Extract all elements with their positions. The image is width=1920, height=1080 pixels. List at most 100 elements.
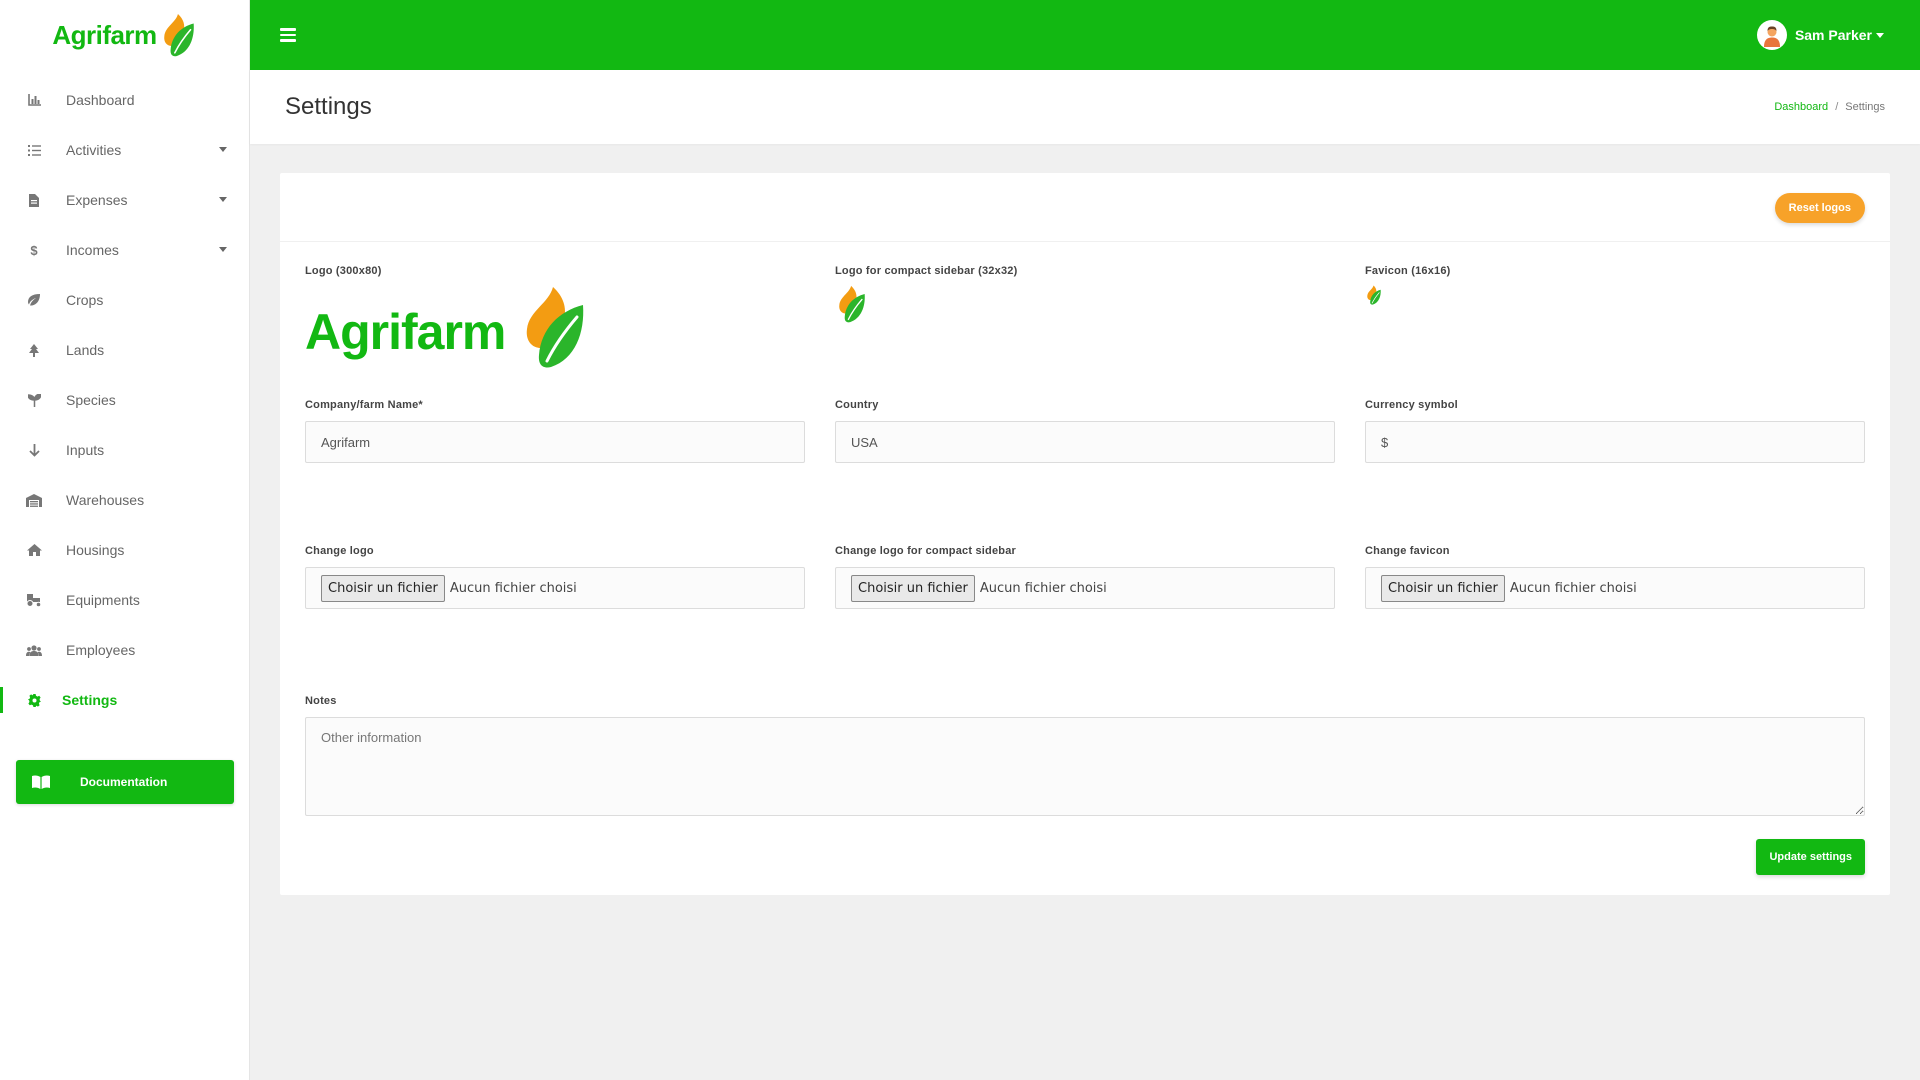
sidebar-item-lands[interactable]: Lands	[0, 325, 249, 375]
country-group: Country	[835, 399, 1335, 463]
arrow-down-icon	[26, 442, 42, 458]
sidebar: Agrifarm Dashboard Activities Expenses $	[0, 0, 250, 1080]
favicon-leaf-icon	[1365, 285, 1383, 305]
file-status: Aucun fichier choisi	[979, 580, 1107, 596]
compact-logo-label: Logo for compact sidebar (32x32)	[835, 265, 1018, 277]
notes-group: Notes	[305, 695, 1865, 821]
documentation-button[interactable]: Documentation	[16, 760, 234, 804]
sidebar-item-expenses[interactable]: Expenses	[0, 175, 249, 225]
sidebar-item-label: Expenses	[66, 192, 128, 208]
choose-file-button[interactable]: Choisir un fichier	[1381, 574, 1505, 602]
file-status: Aucun fichier choisi	[449, 580, 577, 596]
compact-leaf-logo-icon	[835, 285, 869, 323]
currency-group: Currency symbol	[1365, 399, 1865, 463]
country-label: Country	[835, 399, 879, 411]
chart-icon	[26, 92, 42, 108]
favicon-preview-group: Favicon (16x16)	[1365, 265, 1865, 305]
change-logo-group: Change logo Choisir un fichier Aucun fic…	[305, 545, 805, 609]
sidebar-item-label: Dashboard	[66, 92, 135, 108]
sidebar-item-housings[interactable]: Housings	[0, 525, 249, 575]
logo-label: Logo (300x80)	[305, 265, 382, 277]
tractor-icon	[26, 592, 42, 608]
user-menu[interactable]: Sam Parker	[1756, 20, 1884, 50]
sidebar-item-label: Inputs	[66, 442, 105, 458]
country-input[interactable]	[835, 421, 1335, 463]
chevron-down-icon	[219, 197, 227, 202]
breadcrumb-home-link[interactable]: Dashboard	[1774, 101, 1828, 113]
update-settings-button[interactable]: Update settings	[1756, 839, 1865, 875]
sidebar-item-inputs[interactable]: Inputs	[0, 425, 249, 475]
chevron-down-icon	[1876, 32, 1884, 38]
sidebar-item-crops[interactable]: Crops	[0, 275, 249, 325]
sidebar-item-label: Crops	[66, 292, 104, 308]
settings-card: Reset logos Logo (300x80) Agrifarm Logo …	[280, 173, 1890, 895]
sidebar-item-label: Species	[66, 392, 116, 408]
sidebar-item-label: Warehouses	[66, 492, 145, 508]
user-name: Sam Parker	[1794, 27, 1872, 43]
change-compact-logo-group: Change logo for compact sidebar Choisir …	[835, 545, 1335, 609]
home-icon	[26, 542, 42, 558]
sidebar-item-label: Incomes	[66, 242, 119, 258]
change-compact-logo-label: Change logo for compact sidebar	[835, 545, 1017, 557]
change-logo-label: Change logo	[305, 545, 374, 557]
sidebar-item-species[interactable]: Species	[0, 375, 249, 425]
documentation-label: Documentation	[80, 775, 168, 789]
sidebar-item-dashboard[interactable]: Dashboard	[0, 75, 249, 125]
change-favicon-file-input[interactable]: Choisir un fichier Aucun fichier choisi	[1365, 567, 1865, 609]
tree-icon	[26, 342, 42, 358]
sidebar-item-label: Lands	[66, 342, 105, 358]
sidebar-item-employees[interactable]: Employees	[0, 625, 249, 675]
page-header: Settings Dashboard / Settings	[250, 70, 1920, 144]
sidebar-item-warehouses[interactable]: Warehouses	[0, 475, 249, 525]
leaf-logo-icon	[161, 13, 197, 57]
notes-textarea[interactable]	[305, 717, 1865, 816]
breadcrumb: Dashboard / Settings	[1774, 101, 1885, 113]
company-name-input[interactable]	[305, 421, 805, 463]
choose-file-button[interactable]: Choisir un fichier	[851, 574, 975, 602]
leaf-icon	[26, 292, 42, 308]
list-icon	[26, 142, 42, 158]
currency-input[interactable]	[1365, 421, 1865, 463]
gear-icon	[26, 692, 42, 708]
file-status: Aucun fichier choisi	[1509, 580, 1637, 596]
sidebar-item-label: Employees	[66, 642, 136, 658]
document-icon	[26, 192, 42, 208]
compact-logo-preview-group: Logo for compact sidebar (32x32)	[835, 265, 1335, 323]
warehouse-icon	[26, 492, 42, 508]
sidebar-nav: Dashboard Activities Expenses $ Incomes	[0, 75, 249, 725]
sidebar-item-equipments[interactable]: Equipments	[0, 575, 249, 625]
seedling-icon	[26, 392, 42, 408]
breadcrumb-separator: /	[1835, 101, 1839, 113]
avatar	[1756, 20, 1787, 50]
page-title: Settings	[285, 93, 372, 120]
logo-preview-text: Agrifarm	[305, 304, 506, 360]
notes-label: Notes	[305, 695, 337, 707]
sidebar-item-incomes[interactable]: $ Incomes	[0, 225, 249, 275]
sidebar-item-label: Activities	[66, 142, 122, 158]
sidebar-item-activities[interactable]: Activities	[0, 125, 249, 175]
choose-file-button[interactable]: Choisir un fichier	[321, 574, 445, 602]
logo-preview: Agrifarm	[305, 285, 805, 369]
change-logo-file-input[interactable]: Choisir un fichier Aucun fichier choisi	[305, 567, 805, 609]
chevron-down-icon	[219, 147, 227, 152]
favicon-label: Favicon (16x16)	[1365, 265, 1451, 277]
change-favicon-group: Change favicon Choisir un fichier Aucun …	[1365, 545, 1865, 609]
sidebar-item-settings[interactable]: Settings	[0, 675, 249, 725]
currency-label: Currency symbol	[1365, 399, 1458, 411]
change-favicon-label: Change favicon	[1365, 545, 1450, 557]
hamburger-icon[interactable]	[280, 28, 296, 42]
topbar: Sam Parker	[250, 0, 1920, 70]
company-name-group: Company/farm Name*	[305, 399, 805, 463]
company-name-label: Company/farm Name*	[305, 399, 423, 411]
chevron-down-icon	[219, 247, 227, 252]
dollar-icon: $	[30, 242, 38, 258]
users-icon	[26, 642, 42, 658]
brand-logo[interactable]: Agrifarm	[0, 0, 249, 70]
breadcrumb-current: Settings	[1845, 101, 1885, 113]
change-compact-logo-file-input[interactable]: Choisir un fichier Aucun fichier choisi	[835, 567, 1335, 609]
card-header: Reset logos	[280, 173, 1890, 242]
sidebar-item-label: Equipments	[66, 592, 140, 608]
logo-preview-group: Logo (300x80) Agrifarm	[305, 265, 805, 369]
brand-name: Agrifarm	[52, 19, 157, 50]
reset-logos-button[interactable]: Reset logos	[1774, 193, 1865, 223]
